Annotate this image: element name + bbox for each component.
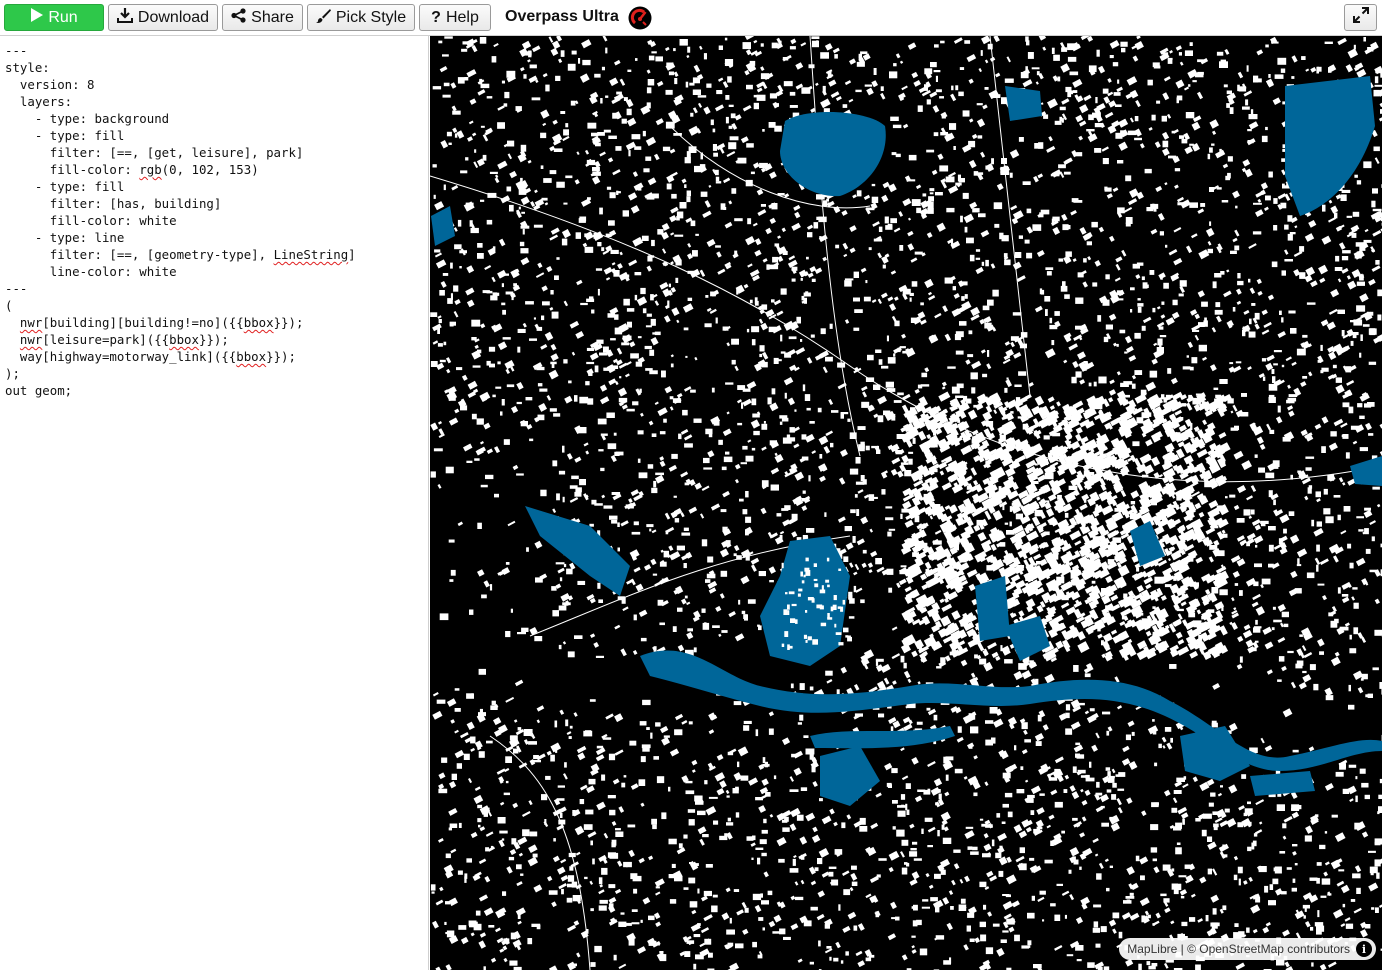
play-icon (30, 8, 44, 27)
code-line: nwr[leisure=park]({{bbox}}); (19, 332, 229, 347)
code-line: - type: background (5, 111, 170, 126)
download-button[interactable]: Download (108, 4, 218, 31)
code-line: filter: [==, [geometry-type], LineString… (5, 247, 356, 262)
code-line: - type: fill (5, 128, 125, 143)
park (431, 206, 455, 246)
code-line: line-color: white (5, 264, 177, 279)
expand-icon (1352, 7, 1369, 28)
code-line: ( (5, 298, 13, 313)
river-channel (810, 726, 955, 749)
code-line: out geom; (5, 383, 73, 398)
code-line: --- (5, 281, 28, 296)
attribution-text: MapLibre | © OpenStreetMap contributors (1127, 942, 1350, 956)
code-line: layers: (5, 94, 73, 109)
code-line: filter: [has, building] (5, 196, 222, 211)
overpass-ultra-logo-icon (628, 6, 652, 35)
park (1285, 76, 1375, 216)
code-line: fill-color: white (5, 213, 177, 228)
map-rendering (430, 36, 1382, 970)
pick-style-label: Pick Style (335, 8, 407, 26)
help-label: Help (445, 8, 479, 26)
fullscreen-button[interactable] (1344, 4, 1377, 31)
park (760, 536, 850, 666)
download-label: Download (137, 8, 210, 26)
question-icon: ? (431, 8, 441, 26)
park (820, 746, 880, 806)
download-icon (116, 7, 133, 28)
map-canvas[interactable]: MapLibre | © OpenStreetMap contributors … (430, 36, 1382, 970)
code-line: filter: [==, [get, leisure], park] (5, 145, 304, 160)
park (780, 111, 886, 197)
code-line: fill-color: rgb(0, 102, 153) (5, 162, 259, 177)
code-line: way[highway=motorway_link]({{bbox}}); (5, 349, 296, 364)
river (640, 650, 1382, 771)
share-icon (231, 7, 246, 28)
park (1005, 86, 1042, 121)
park (975, 576, 1010, 641)
park (1350, 456, 1382, 486)
park (1180, 726, 1250, 781)
app-title: Overpass Ultra (505, 8, 619, 25)
code-line: --- (5, 43, 28, 58)
map-attribution: MapLibre | © OpenStreetMap contributors … (1119, 938, 1376, 960)
run-label: Run (48, 8, 78, 26)
code-line: nwr[building][building!=no]({{bbox}}); (19, 315, 304, 330)
paintbrush-icon (315, 8, 331, 28)
code-line: version: 8 (5, 77, 95, 92)
help-button[interactable]: ? Help (419, 4, 491, 31)
code-line: ); (5, 366, 20, 381)
code-line: - type: line (5, 230, 125, 245)
code-line: - type: fill (5, 179, 125, 194)
toolbar: Run Download Share Pick Style ? Help Ove… (0, 0, 1382, 36)
share-button[interactable]: Share (222, 4, 303, 31)
code-area[interactable]: --- style: version: 8 layers: - type: bac… (0, 36, 428, 399)
run-button[interactable]: Run (4, 4, 104, 31)
share-label: Share (251, 8, 294, 26)
code-line: style: (5, 60, 50, 75)
building-layer (430, 36, 1382, 970)
query-editor[interactable]: --- style: version: 8 layers: - type: bac… (0, 36, 429, 970)
info-icon[interactable]: i (1356, 941, 1372, 957)
pick-style-button[interactable]: Pick Style (307, 4, 415, 31)
park (1250, 771, 1315, 796)
